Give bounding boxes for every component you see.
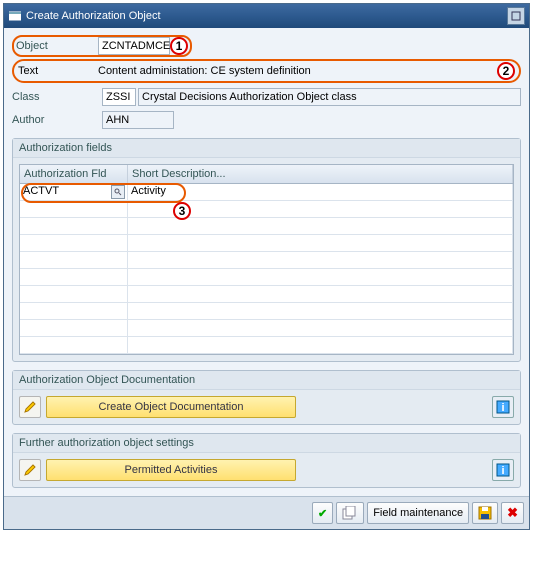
callout-2: 2 — [497, 62, 515, 80]
cancel-icon: ✖ — [507, 505, 518, 521]
info-button[interactable]: i — [492, 396, 514, 418]
window-icon — [8, 9, 22, 23]
auth-fields-group: Authorization fields Authorization Fld S… — [12, 138, 521, 362]
object-label: Object — [16, 40, 98, 52]
class-code-field[interactable]: ZSSI — [102, 88, 136, 106]
text-row: Text Content administation: CE system de… — [12, 59, 521, 83]
window-title: Create Authorization Object — [26, 10, 507, 22]
class-row: Class ZSSI Crystal Decisions Authorizati… — [12, 87, 521, 107]
object-row: Object ZCNTADMCES 1 — [12, 36, 521, 56]
doc-group: Authorization Object Documentation Creat… — [12, 370, 521, 425]
svg-text:i: i — [501, 402, 504, 414]
doc-group-title: Authorization Object Documentation — [13, 371, 520, 390]
svg-text:i: i — [501, 465, 504, 477]
col-auth-fld[interactable]: Authorization Fld — [20, 165, 128, 183]
callout-1: 1 — [170, 37, 188, 55]
field-maintenance-button[interactable]: Field maintenance — [367, 502, 469, 524]
cell-desc: Activity — [128, 184, 513, 200]
class-desc-field: Crystal Decisions Authorization Object c… — [138, 88, 521, 106]
table-body: ACTVT Activity — [20, 184, 513, 354]
copy-icon — [342, 506, 358, 520]
auth-fields-title: Authorization fields — [13, 139, 520, 158]
settings-group: Further authorization object settings Pe… — [12, 433, 521, 488]
ok-button[interactable]: ✔ — [312, 502, 333, 524]
class-label: Class — [12, 91, 102, 103]
title-bar: Create Authorization Object — [4, 4, 529, 28]
author-field[interactable]: AHN — [102, 111, 174, 129]
field-maint-label: Field maintenance — [373, 507, 463, 519]
edit-doc-button[interactable] — [19, 396, 41, 418]
value-help-icon[interactable] — [111, 185, 125, 199]
author-label: Author — [12, 114, 102, 126]
edit-settings-button[interactable] — [19, 459, 41, 481]
table-row[interactable]: ACTVT Activity — [20, 184, 513, 201]
permitted-activities-button[interactable]: Permitted Activities — [46, 459, 296, 481]
callout-3: 3 — [173, 202, 191, 220]
check-icon: ✔ — [318, 507, 327, 520]
close-button[interactable] — [507, 7, 525, 25]
col-short-desc[interactable]: Short Description... — [128, 165, 513, 183]
auth-fields-table: Authorization Fld Short Description... A… — [19, 164, 514, 355]
content-area: Object ZCNTADMCES 1 Text Content adminis… — [4, 28, 529, 496]
author-row: Author AHN — [12, 110, 521, 130]
save-button[interactable] — [472, 502, 498, 524]
object-field[interactable]: ZCNTADMCES — [98, 37, 170, 55]
cell-fld[interactable]: ACTVT — [20, 184, 128, 200]
text-label: Text — [18, 65, 98, 77]
dialog-window: Create Authorization Object Object ZCNTA… — [3, 3, 530, 530]
create-doc-button[interactable]: Create Object Documentation — [46, 396, 296, 418]
diskette-icon — [478, 506, 492, 520]
cell-fld-text: ACTVT — [23, 185, 59, 197]
footer-toolbar: ✔ Field maintenance ✖ — [4, 496, 529, 529]
text-field[interactable]: Content administation: CE system definit… — [98, 65, 493, 77]
info-button-2[interactable]: i — [492, 459, 514, 481]
save-copy-button[interactable] — [336, 502, 364, 524]
table-header: Authorization Fld Short Description... — [20, 165, 513, 184]
cancel-button[interactable]: ✖ — [501, 502, 524, 524]
settings-group-title: Further authorization object settings — [13, 434, 520, 453]
